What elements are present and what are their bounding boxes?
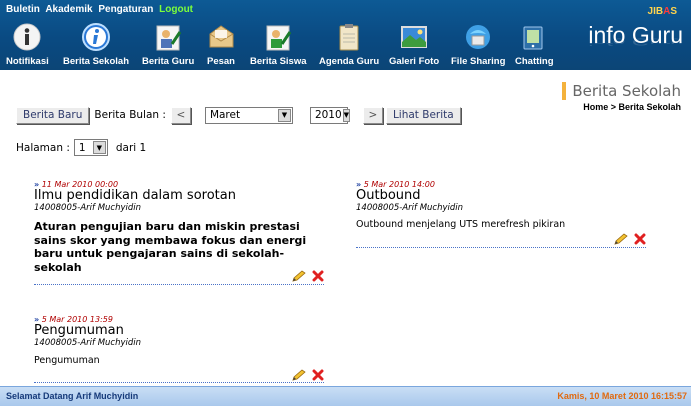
- teacher-news-icon: [156, 25, 182, 51]
- top-menu: Buletin Akademik Pengaturan Logout: [6, 4, 196, 15]
- toolbar-notifikasi[interactable]: Notifikasi: [6, 22, 49, 67]
- page-select[interactable]: 1 ▼: [73, 139, 108, 156]
- news-title[interactable]: Outbound: [356, 189, 646, 203]
- toolbar-label: Berita Sekolah: [63, 56, 129, 67]
- menu-pengaturan[interactable]: Pengaturan: [98, 4, 153, 15]
- news-actions: [614, 233, 646, 245]
- pagination-label: Halaman :: [16, 141, 70, 154]
- news-title[interactable]: Ilmu pendidikan dalam sorotan: [34, 189, 324, 203]
- toolbar-label: File Sharing: [451, 56, 506, 67]
- toolbar-label: Notifikasi: [6, 56, 49, 67]
- news-item: » 5 Mar 2010 14:00 Outbound 14008005-Ari…: [356, 180, 646, 250]
- news-item: » 5 Mar 2010 13:59 Pengumuman 14008005-A…: [34, 315, 324, 385]
- lihat-berita-button[interactable]: Lihat Berita: [385, 106, 461, 124]
- top-header: Buletin Akademik Pengaturan Logout Notif…: [0, 0, 691, 70]
- info-circle-icon: [82, 23, 110, 51]
- page-heading: Berita Sekolah Home > Berita Sekolah: [562, 82, 681, 112]
- edit-pencil-icon[interactable]: [292, 369, 306, 381]
- envelope-icon: [209, 25, 234, 48]
- filter-bar: Berita Baru Berita Bulan : < Maret ▼ 201…: [16, 106, 461, 124]
- delete-icon[interactable]: [312, 369, 324, 381]
- toolbar-berita-siswa[interactable]: Berita Siswa: [250, 22, 307, 67]
- month-select[interactable]: Maret ▼: [204, 106, 293, 124]
- toolbar-label: Berita Guru: [142, 56, 195, 67]
- edit-pencil-icon[interactable]: [292, 270, 306, 282]
- app-title-reflection: info Guru: [588, 36, 683, 48]
- news-item: » 11 Mar 2010 00:00 Ilmu pendidikan dala…: [34, 180, 324, 288]
- news-divider: [34, 284, 324, 285]
- berita-baru-button[interactable]: Berita Baru: [16, 106, 90, 124]
- toolbar-label: Galeri Foto: [389, 56, 440, 67]
- toolbar-berita-sekolah[interactable]: Berita Sekolah: [63, 22, 129, 67]
- datetime-text: Kamis, 10 Maret 2010 16:15:57: [557, 391, 687, 401]
- info-icon: [13, 23, 41, 51]
- page-select-value: 1: [78, 141, 86, 154]
- toolbar-file-sharing[interactable]: File Sharing: [451, 22, 505, 67]
- toolbar-label: Pesan: [207, 56, 235, 67]
- photo-gallery-icon: [401, 26, 428, 48]
- status-footer: Selamat Datang Arif Muchyidin Kamis, 10 …: [0, 386, 691, 406]
- toolbar-label: Berita Siswa: [250, 56, 307, 67]
- toolbar-berita-guru[interactable]: Berita Guru: [142, 22, 194, 67]
- news-divider: [34, 382, 324, 383]
- delete-icon[interactable]: [634, 233, 646, 245]
- month-select-value: Maret: [209, 109, 241, 121]
- toolbar-label: Chatting: [515, 56, 554, 67]
- prev-month-button[interactable]: <: [170, 106, 191, 124]
- news-body: Pengumuman: [34, 355, 100, 366]
- pagination: Halaman : 1 ▼ dari 1: [16, 139, 146, 156]
- menu-akademik[interactable]: Akademik: [45, 4, 92, 15]
- news-body: Outbound menjelang UTS merefresh pikiran: [356, 219, 566, 230]
- toolbar-agenda-guru[interactable]: Agenda Guru: [319, 22, 379, 67]
- news-author: 14008005-Arif Muchyidin: [34, 338, 142, 348]
- chevron-down-icon: ▼: [342, 108, 351, 122]
- logout-link[interactable]: Logout: [159, 4, 193, 15]
- jibas-logo-text: JIBAS: [647, 6, 677, 17]
- year-select[interactable]: 2010 ▼: [309, 106, 351, 124]
- news-body: Aturan pengujian baru dan miskin prestas…: [34, 220, 307, 274]
- pagination-total: dari 1: [115, 141, 147, 154]
- breadcrumb[interactable]: Home > Berita Sekolah: [562, 102, 681, 112]
- edit-pencil-icon[interactable]: [614, 233, 628, 245]
- news-actions: [292, 270, 324, 282]
- news-actions: [292, 369, 324, 381]
- news-author: 14008005-Arif Muchyidin: [356, 203, 464, 213]
- next-month-button[interactable]: >: [362, 106, 383, 124]
- delete-icon[interactable]: [312, 270, 324, 282]
- chevron-down-icon: ▼: [92, 141, 106, 154]
- year-select-value: 2010: [314, 109, 342, 121]
- clipboard-icon: [339, 24, 359, 51]
- welcome-text: Selamat Datang Arif Muchyidin: [6, 391, 139, 401]
- student-news-icon: [266, 25, 292, 51]
- news-title[interactable]: Pengumuman: [34, 324, 324, 338]
- chat-icon: [523, 26, 543, 50]
- berita-bulan-label: Berita Bulan :: [94, 109, 166, 121]
- menu-buletin[interactable]: Buletin: [6, 4, 40, 15]
- toolbar-pesan[interactable]: Pesan: [206, 22, 236, 67]
- app-logo: JIBAS info Guru info Guru: [573, 4, 683, 66]
- news-divider: [356, 247, 646, 248]
- toolbar-label: Agenda Guru: [319, 56, 380, 67]
- news-author: 14008005-Arif Muchyidin: [34, 203, 142, 213]
- toolbar-galeri-foto[interactable]: Galeri Foto: [389, 22, 439, 67]
- toolbar-chatting[interactable]: Chatting: [515, 22, 554, 67]
- page-title: Berita Sekolah: [562, 82, 681, 100]
- chevron-down-icon: ▼: [277, 108, 291, 122]
- file-sharing-icon: [466, 25, 491, 49]
